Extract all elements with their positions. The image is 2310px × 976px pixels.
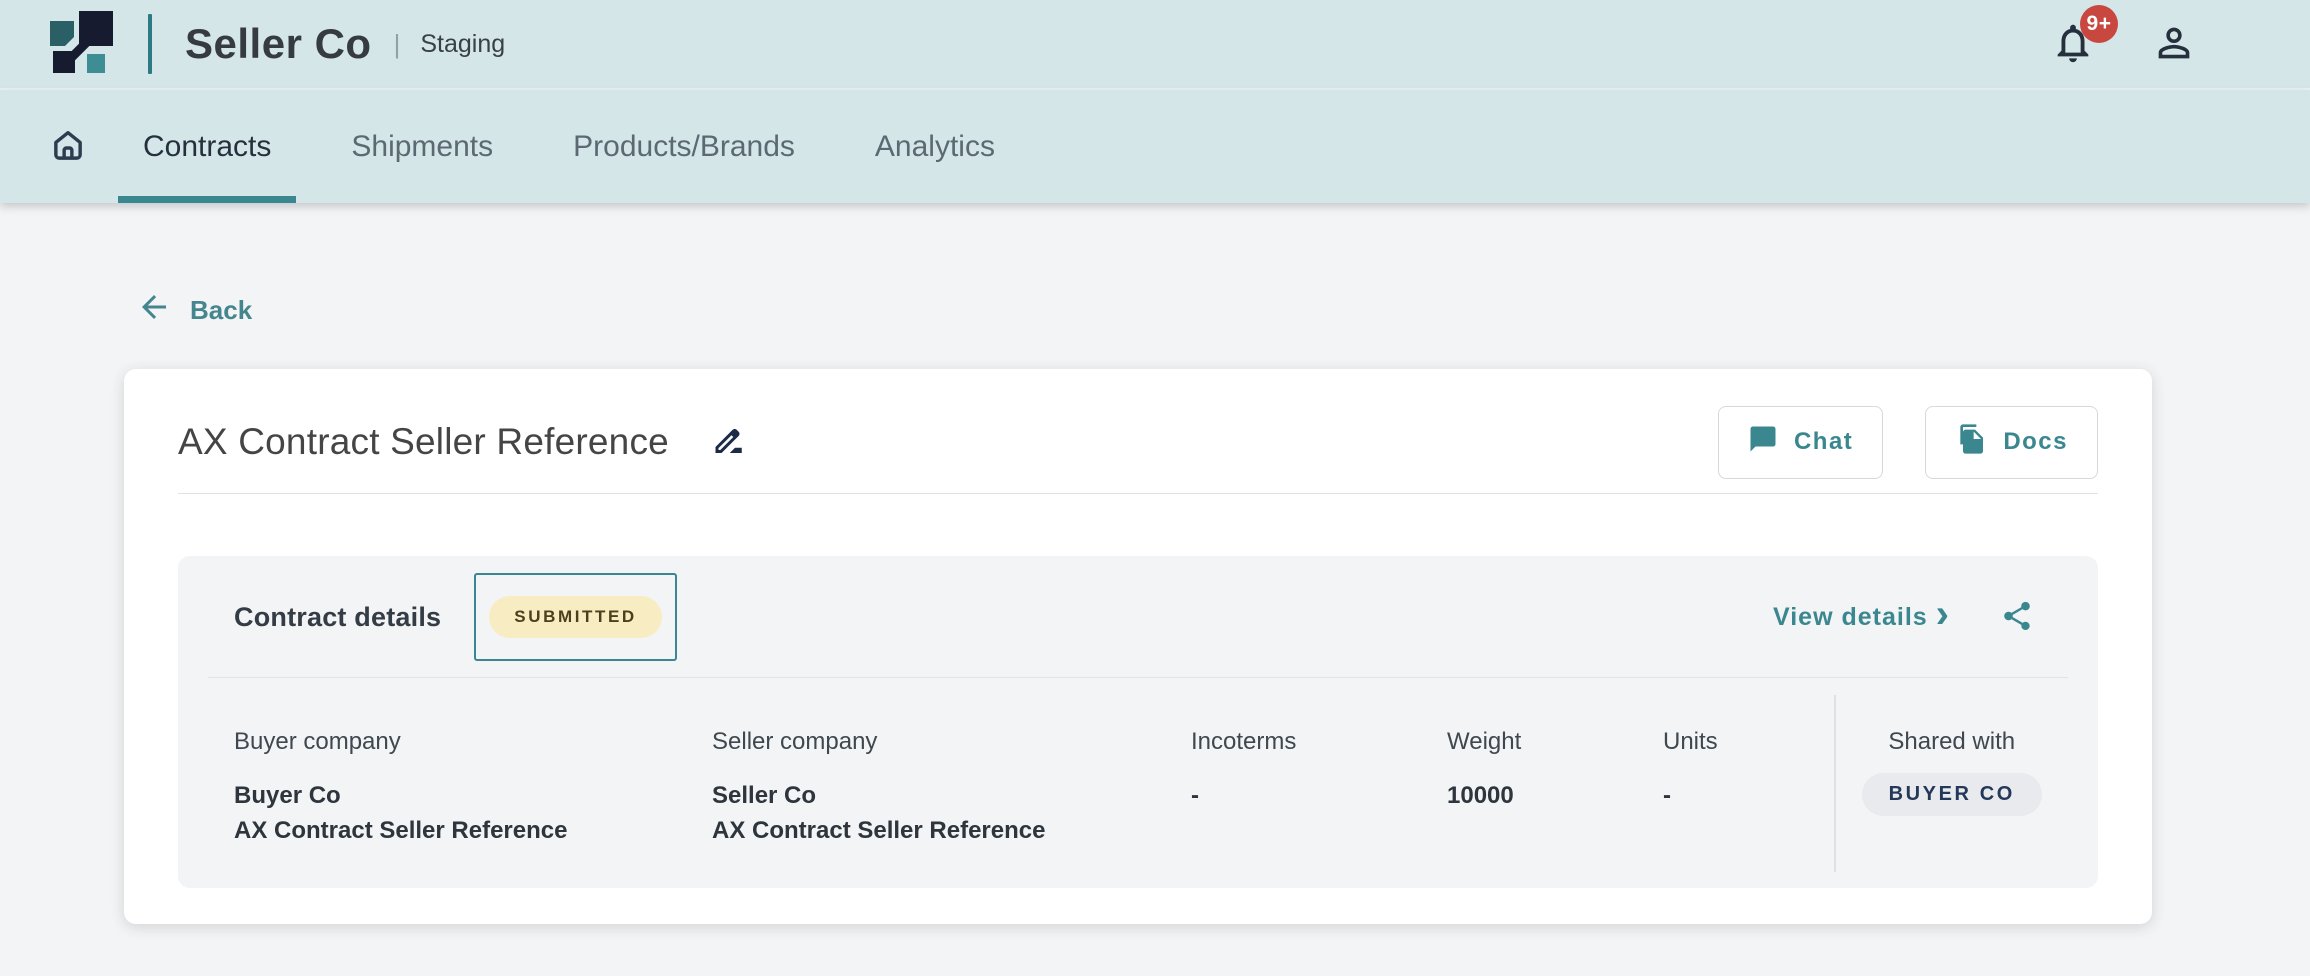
arrow-left-icon [136, 289, 172, 332]
view-details-label: View details [1773, 603, 1928, 632]
share-icon [2000, 599, 2034, 636]
edit-pencil-icon [711, 423, 747, 462]
nav-tab-shipments[interactable]: Shipments [326, 90, 518, 203]
logo-divider [148, 14, 152, 74]
docs-button-label: Docs [2003, 428, 2068, 456]
status-focus-outline: SUBMITTED [474, 573, 677, 661]
section-title: Contract details [234, 602, 441, 633]
field-label: Seller company [712, 728, 1191, 756]
environment-separator: | [394, 29, 401, 60]
company-logo-icon[interactable] [48, 9, 118, 79]
field-value: Buyer Co AX Contract Seller Reference [234, 778, 712, 848]
edit-title-button[interactable] [711, 423, 747, 462]
field-value: - [1663, 778, 1834, 813]
field-label: Weight [1447, 728, 1663, 756]
back-link[interactable]: Back [130, 288, 258, 333]
top-header: Seller Co | Staging 9+ [0, 0, 2310, 90]
documents-icon [1955, 423, 1987, 462]
logo-graphic [48, 9, 118, 79]
field-value: Seller Co AX Contract Seller Reference [712, 778, 1191, 848]
field-units: Units - [1663, 728, 1834, 872]
environment-label: Staging [420, 30, 505, 59]
account-button[interactable] [2151, 20, 2197, 69]
company-name: Seller Co [185, 20, 372, 68]
home-icon [48, 126, 88, 167]
field-value: - [1191, 778, 1447, 813]
nav-tab-products-brands[interactable]: Products/Brands [548, 90, 820, 203]
field-incoterms: Incoterms - [1191, 728, 1447, 872]
chevron-right-icon: › [1936, 604, 1950, 630]
person-icon [2151, 20, 2197, 69]
contract-details-section: Contract details SUBMITTED View details … [178, 556, 2098, 888]
chat-button[interactable]: Chat [1718, 406, 1883, 479]
chat-bubble-icon [1748, 424, 1778, 461]
status-badge: SUBMITTED [489, 596, 662, 638]
notifications-button[interactable]: 9+ [2050, 20, 2096, 69]
title-divider [178, 493, 2098, 494]
contract-card: AX Contract Seller Reference [124, 369, 2152, 924]
field-weight: Weight 10000 [1447, 728, 1663, 872]
home-button[interactable] [48, 90, 88, 203]
back-label: Back [190, 295, 252, 326]
nav-tab-analytics[interactable]: Analytics [850, 90, 1020, 203]
field-buyer-company: Buyer company Buyer Co AX Contract Selle… [234, 728, 712, 872]
field-label: Shared with [1836, 728, 2069, 756]
field-label: Incoterms [1191, 728, 1447, 756]
card-title-row: AX Contract Seller Reference [178, 405, 2098, 479]
section-header: Contract details SUBMITTED View details … [208, 572, 2068, 662]
main-nav: Contracts Shipments Products/Brands Anal… [0, 90, 2310, 203]
field-shared-with: Shared with BUYER CO [1836, 728, 2069, 872]
share-button[interactable] [2000, 599, 2034, 636]
field-label: Units [1663, 728, 1834, 756]
field-value: 10000 [1447, 778, 1663, 813]
field-seller-company: Seller company Seller Co AX Contract Sel… [712, 728, 1191, 872]
app-root: Seller Co | Staging 9+ [0, 0, 2310, 976]
notification-badge: 9+ [2080, 5, 2118, 43]
contract-fields-row: Buyer company Buyer Co AX Contract Selle… [208, 678, 2068, 872]
docs-button[interactable]: Docs [1925, 406, 2098, 479]
contract-title: AX Contract Seller Reference [178, 421, 669, 463]
page-content: Back AX Contract Seller Reference [0, 203, 2310, 924]
chat-button-label: Chat [1794, 428, 1853, 456]
section-header-actions: View details › [1767, 599, 2068, 636]
view-details-link[interactable]: View details › [1767, 602, 1956, 633]
shared-company-chip[interactable]: BUYER CO [1862, 773, 2042, 816]
nav-tab-contracts[interactable]: Contracts [118, 90, 296, 203]
card-actions: Chat Docs [1718, 406, 2098, 479]
field-label: Buyer company [234, 728, 712, 756]
